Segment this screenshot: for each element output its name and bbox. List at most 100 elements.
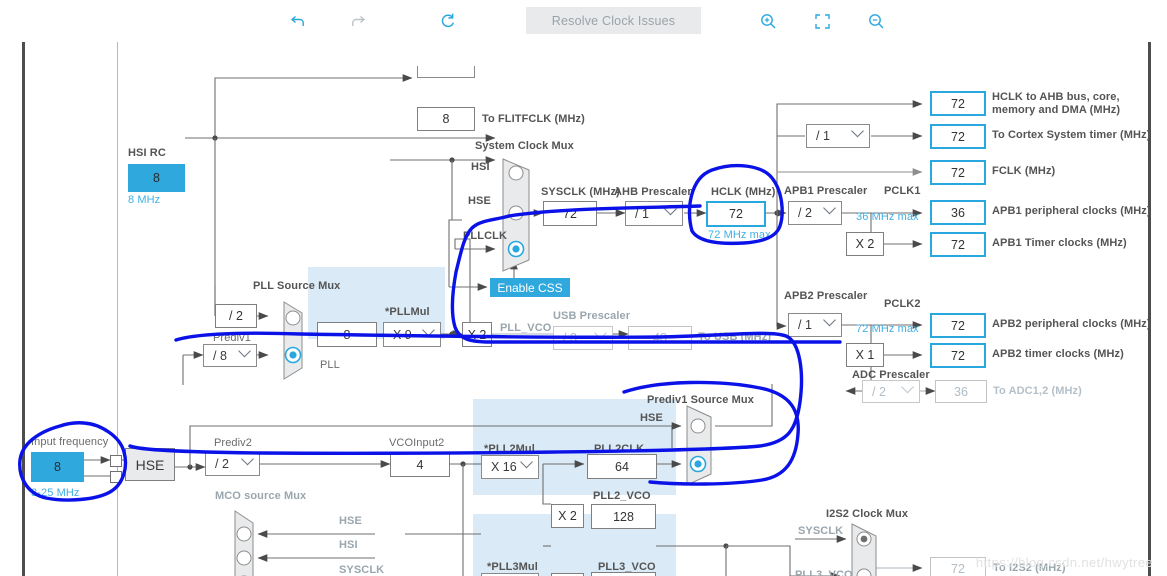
pll2clk-value: 64 (587, 454, 657, 479)
hse-terminal-bottom (110, 471, 122, 483)
chevron-down-icon (594, 326, 607, 340)
enable-css-button[interactable]: Enable CSS (490, 278, 570, 297)
i2s2-clock-mux-title: I2S2 Clock Mux (826, 508, 909, 520)
usb-label: To USB (MHz) (698, 331, 772, 343)
canvas-left-border (22, 42, 25, 576)
pllmul-value: X 9 (393, 327, 412, 342)
adc-prescaler-value: / 2 (872, 384, 886, 399)
zoom-out-icon[interactable] (862, 8, 890, 34)
apb1-timer-value: 72 (930, 232, 986, 257)
pll-band-label: PLL (320, 359, 340, 371)
apb2-timer-value: 72 (930, 343, 986, 368)
hclk-value[interactable]: 72 (706, 201, 766, 227)
ahb-prescaler-select[interactable]: / 1 (625, 201, 683, 226)
usb-prescaler-label: USB Prescaler (553, 310, 631, 322)
apb2-prescaler-select[interactable]: / 1 (788, 313, 842, 337)
mco-source-mux-title: MCO source Mux (215, 490, 307, 502)
undo-icon[interactable] (284, 8, 312, 34)
apb2-periph-value: 72 (930, 313, 986, 338)
sysclk-label: SYSCLK (MHz) (541, 186, 620, 198)
resolve-clock-issues-label: Resolve Clock Issues (551, 13, 676, 28)
usb-prescaler-value: / 3 (563, 331, 577, 345)
system-clock-mux-input-hse: HSE (468, 195, 491, 207)
hsi-rc-note: 8 MHz (128, 194, 161, 206)
fclk-value: 72 (930, 160, 986, 185)
apb2-prescaler-value: / 1 (798, 318, 812, 332)
hsi-rc-label: HSI RC (128, 147, 166, 159)
input-frequency-note: 3-25 MHz (31, 487, 80, 499)
chevron-down-icon (422, 323, 435, 336)
prediv2-value: / 2 (215, 457, 229, 471)
zoom-in-icon[interactable] (754, 8, 782, 34)
fclk-label: FCLK (MHz) (992, 165, 1056, 177)
hclk-note: 72 MHz max (708, 229, 771, 241)
usb-value: 48 (628, 326, 692, 350)
prediv1-div-value: / 8 (213, 348, 227, 363)
prediv1-label: Prediv1 (213, 332, 251, 344)
redo-icon[interactable] (344, 8, 372, 34)
canvas-right-border (1148, 42, 1151, 576)
enable-css-label: Enable CSS (497, 280, 563, 295)
apb1-prescaler-select[interactable]: / 2 (788, 201, 842, 225)
pllmul-label: *PLLMul (385, 306, 430, 318)
apb2-prescaler-label: APB2 Prescaler (784, 290, 868, 302)
chevron-down-icon (238, 344, 251, 357)
prediv1-value: / 2 (215, 304, 257, 328)
hse-terminal-top (110, 455, 122, 467)
apb1-prescaler-label: APB1 Prescaler (784, 185, 868, 197)
pll2mul-select[interactable]: X 16 (481, 455, 539, 479)
adc-prescaler-select[interactable]: / 2 (862, 380, 920, 403)
system-clock-mux-input-hsi: HSI (471, 161, 490, 173)
usb-prescaler-select[interactable]: / 3 (553, 326, 613, 350)
cortex-timer-value: 72 (930, 124, 986, 149)
chevron-down-icon (520, 455, 533, 469)
mco-input-sysclk: SYSCLK (339, 564, 385, 576)
ahb-prescaler-label: AHB Prescaler (614, 186, 692, 198)
adc-value: 36 (935, 380, 987, 403)
apb2-timer-multiplier: X 1 (846, 343, 884, 367)
resolve-clock-issues-button[interactable]: Resolve Clock Issues (526, 7, 701, 34)
pll2mul-value: X 16 (491, 460, 517, 474)
hclk-ahb-value: 72 (930, 91, 986, 116)
hclk-ahb-label: HCLK to AHB bus, core, memory and DMA (M… (992, 91, 1121, 116)
pll3mul-label: *PLL3Mul (487, 561, 538, 573)
apb2-timer-label: APB2 timer clocks (MHz) (992, 348, 1124, 360)
system-clock-mux-input-pllclk: PLLCLK (463, 230, 507, 242)
pclk1-label: PCLK1 (884, 185, 921, 197)
apb2-periph-label: APB2 peripheral clocks (MHz) (992, 318, 1151, 330)
pllmul-select[interactable]: X 9 (383, 322, 441, 347)
apb1-max-note: 36 MHz max (856, 211, 919, 223)
pll-x2-multiplier: X 2 (462, 322, 492, 347)
pll-vco-label: PLL_VCO (500, 322, 552, 334)
pll-vco-input-value: 8 (317, 322, 377, 347)
pll3-vco-value: 64 (591, 572, 656, 576)
prediv1-div-select[interactable]: / 8 (203, 344, 257, 367)
fit-screen-icon[interactable] (808, 8, 836, 34)
sysclk-value: 72 (543, 201, 597, 226)
chevron-down-icon (901, 380, 914, 393)
clock-configuration-canvas: HSI RC 8 8 MHz 8 To FLITFCLK (MHz) Syste… (0, 42, 1167, 576)
hclk-label: HCLK (MHz) (711, 186, 776, 198)
cortex-timer-label: To Cortex System timer (MHz) (992, 129, 1151, 141)
prediv2-select[interactable]: / 2 (205, 452, 260, 476)
cortex-timer-prescaler-value: / 1 (816, 129, 830, 143)
chevron-down-icon (823, 313, 836, 327)
input-frequency-value[interactable]: 8 (31, 452, 84, 482)
hsi-rc-value[interactable]: 8 (128, 164, 185, 192)
apb1-periph-label: APB1 peripheral clocks (MHz) (992, 205, 1151, 217)
vcoinput2-value: 4 (390, 452, 450, 477)
pll2-x2-multiplier: X 2 (551, 504, 584, 528)
pll-source-mux-title: PLL Source Mux (253, 280, 341, 292)
pll2mul-label: *PLL2Mul (484, 443, 535, 455)
cortex-timer-prescaler-select[interactable]: / 1 (806, 124, 870, 148)
reset-icon[interactable] (434, 8, 462, 34)
watermark-text: https://blog.csdn.net/hwytree (975, 555, 1153, 570)
chevron-down-icon (241, 452, 254, 466)
ahb-prescaler-value: / 1 (635, 206, 649, 221)
apb2-max-note: 72 MHz max (856, 323, 919, 335)
apb1-periph-value: 36 (930, 200, 986, 225)
prediv1-source-mux-title: Prediv1 Source Mux (647, 394, 754, 406)
apb1-prescaler-value: / 2 (798, 206, 812, 220)
chevron-down-icon (664, 202, 677, 215)
apb1-timer-label: APB1 Timer clocks (MHz) (992, 237, 1127, 249)
